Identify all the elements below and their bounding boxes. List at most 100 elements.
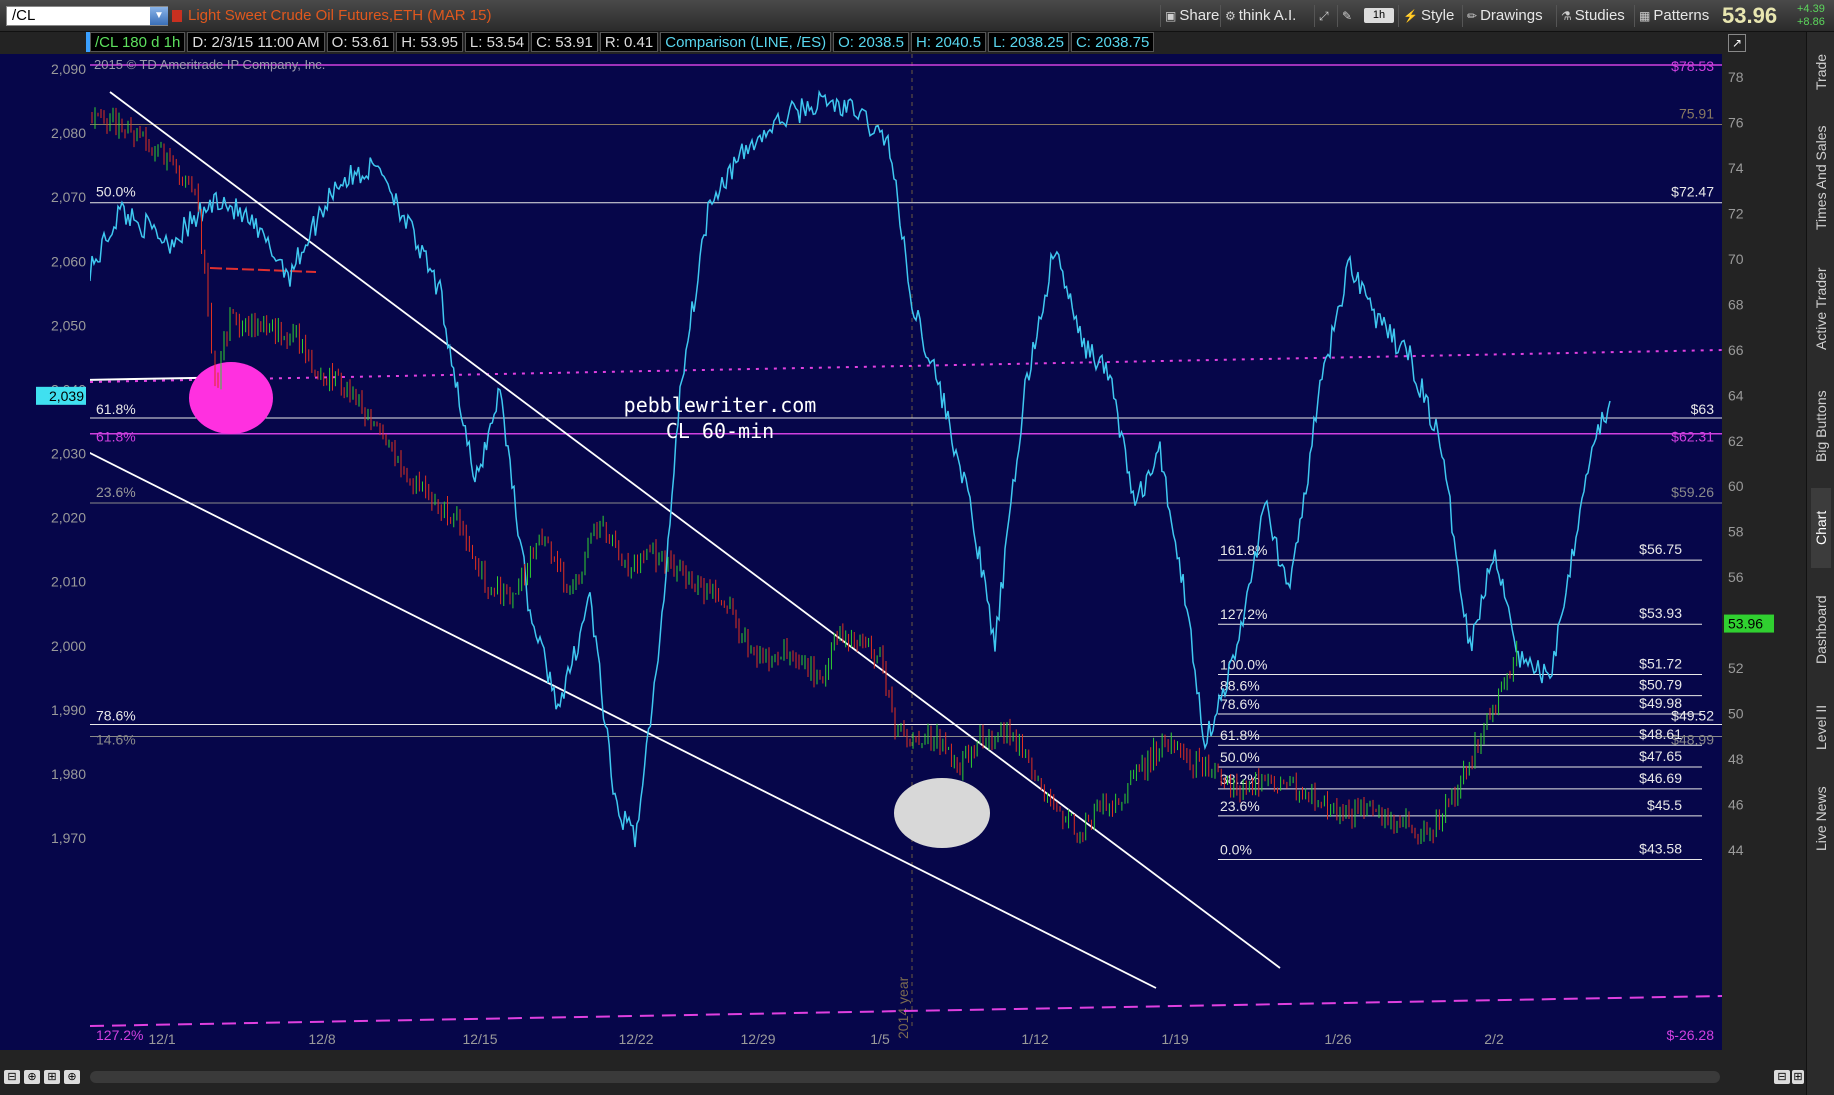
fib-left-label: 78.6% bbox=[96, 708, 136, 724]
copyright-text: 2015 © TD Ameritrade IP Company, Inc. bbox=[94, 57, 325, 72]
fib-right-price: $72.47 bbox=[1671, 184, 1714, 200]
gear-icon: ⚙ bbox=[1225, 9, 1236, 23]
left-axis-tick: 2,090 bbox=[51, 61, 86, 77]
right-axis-tick: 76 bbox=[1728, 114, 1744, 130]
small-fib-label: 61.8% bbox=[1220, 727, 1260, 743]
x-axis-label: 1/5 bbox=[870, 1031, 890, 1047]
fib-right-price: $63 bbox=[1691, 401, 1715, 417]
left-axis-current-value: 2,039 bbox=[49, 388, 84, 404]
crosshair-icon[interactable]: ⊕ bbox=[64, 1070, 80, 1084]
small-fib-label: 0.0% bbox=[1220, 842, 1252, 858]
zoom-in-icon[interactable]: ⊞ bbox=[44, 1070, 60, 1084]
product-flag-icon bbox=[172, 10, 182, 22]
style-button[interactable]: ⚡ Style bbox=[1398, 5, 1458, 27]
small-fib-price: $50.79 bbox=[1639, 677, 1682, 693]
interval-button[interactable]: 1h bbox=[1364, 8, 1394, 23]
left-axis-tick: 1,980 bbox=[51, 766, 86, 782]
expand-space-icon[interactable]: ⊟ bbox=[1774, 1070, 1790, 1084]
studies-icon: ⚗ bbox=[1561, 9, 1572, 23]
scale-button[interactable]: ⤢ bbox=[1314, 5, 1336, 27]
fib-left-label: 14.6% bbox=[96, 732, 136, 748]
right-axis-tick: 66 bbox=[1728, 342, 1744, 358]
tab-level-ii[interactable]: Level II bbox=[1811, 692, 1831, 762]
small-fib-price: $51.72 bbox=[1639, 655, 1682, 671]
x-axis-label: 1/12 bbox=[1021, 1031, 1048, 1047]
symbol-dropdown-icon[interactable]: ▼ bbox=[150, 7, 168, 25]
small-fib-price: $56.75 bbox=[1639, 541, 1682, 557]
drawings-label: Drawings bbox=[1480, 7, 1543, 24]
percent-change: +8.86 bbox=[1797, 16, 1825, 28]
x-axis-label: 1/26 bbox=[1324, 1031, 1351, 1047]
left-axis-tick: 2,080 bbox=[51, 125, 86, 141]
patterns-icon: ▦ bbox=[1639, 9, 1651, 23]
right-axis-tick: 68 bbox=[1728, 296, 1744, 312]
tab-times-and-sales[interactable]: Times And Sales bbox=[1811, 114, 1831, 242]
lower-trendline bbox=[90, 452, 1157, 989]
right-axis-tick: 62 bbox=[1728, 433, 1744, 449]
small-fib-price: $48.61 bbox=[1639, 726, 1682, 742]
fib-left-label: 127.2% bbox=[96, 1027, 143, 1043]
net-change: +4.39 bbox=[1797, 3, 1825, 15]
small-fib-price: $47.65 bbox=[1639, 748, 1682, 764]
tab-trade[interactable]: Trade bbox=[1811, 42, 1831, 102]
small-fib-price: $53.93 bbox=[1639, 605, 1682, 621]
status-cmp-low: L: 2038.25 bbox=[988, 32, 1069, 52]
status-close: C: 53.91 bbox=[531, 32, 598, 52]
status-cmp-open: O: 2038.5 bbox=[833, 32, 910, 52]
bottom-bar: ⊟ ⊕ ⊞ ⊕ ⊟ ⊞ bbox=[0, 1067, 1806, 1095]
tab-chart[interactable]: Chart bbox=[1811, 488, 1831, 568]
fib-right-price: $62.31 bbox=[1671, 429, 1714, 445]
expand-icon: ⤢ bbox=[1319, 9, 1329, 23]
status-comparison: Comparison (LINE, /ES) bbox=[660, 32, 832, 52]
x-axis-label: 12/1 bbox=[148, 1031, 175, 1047]
left-axis-tick: 2,020 bbox=[51, 510, 86, 526]
share-button[interactable]: ▣ Share bbox=[1160, 5, 1223, 27]
product-title: Light Sweet Crude Oil Futures,ETH (MAR 1… bbox=[188, 7, 492, 24]
status-cmp-close: C: 2038.75 bbox=[1070, 32, 1155, 52]
small-fib-price: $46.69 bbox=[1639, 770, 1682, 786]
tab-active-trader[interactable]: Active Trader bbox=[1811, 254, 1831, 364]
think-ai-label: think A.I. bbox=[1238, 7, 1297, 24]
chart-canvas[interactable]: 11/2412/112/812/1512/2212/291/51/121/191… bbox=[90, 54, 1722, 1050]
price-chart[interactable]: 11/2412/112/812/1512/2212/291/51/121/191… bbox=[90, 54, 1722, 1050]
fib-right-price: $78.53 bbox=[1671, 58, 1714, 74]
status-high: H: 53.95 bbox=[396, 32, 463, 52]
year-marker-label: 2014 year bbox=[895, 976, 911, 1039]
small-fib-label: 100.0% bbox=[1220, 656, 1267, 672]
patterns-button[interactable]: ▦ Patterns bbox=[1634, 5, 1713, 27]
right-axis-tick: 70 bbox=[1728, 251, 1744, 267]
left-axis-tick: 2,050 bbox=[51, 317, 86, 333]
tab-live-news[interactable]: Live News bbox=[1811, 774, 1831, 864]
right-axis-tick: 72 bbox=[1728, 205, 1744, 221]
drawings-button[interactable]: ✏ Drawings bbox=[1462, 5, 1547, 27]
zoom-icon[interactable]: ⊕ bbox=[24, 1070, 40, 1084]
fib-right-price: $59.26 bbox=[1671, 484, 1714, 500]
right-axis-tick: 48 bbox=[1728, 751, 1744, 767]
wrench-icon: ✎ bbox=[1342, 9, 1353, 23]
x-axis-label: 1/19 bbox=[1161, 1031, 1188, 1047]
tab-dashboard[interactable]: Dashboard bbox=[1811, 580, 1831, 680]
right-axis-tick: 64 bbox=[1728, 387, 1744, 403]
left-axis-tick: 2,070 bbox=[51, 189, 86, 205]
right-axis-tick: 58 bbox=[1728, 524, 1744, 540]
symbol-input[interactable]: /CL bbox=[6, 6, 168, 26]
status-symbol: /CL 180 d 1h bbox=[90, 32, 186, 52]
right-axis-current-value: 53.96 bbox=[1728, 616, 1763, 632]
x-axis-label: 12/15 bbox=[462, 1031, 497, 1047]
right-axis-tick: 44 bbox=[1728, 842, 1744, 858]
left-axis-tick: 2,000 bbox=[51, 638, 86, 654]
studies-button[interactable]: ⚗ Studies bbox=[1556, 5, 1629, 27]
fib-left-label: 50.0% bbox=[96, 184, 136, 200]
think-ai-button[interactable]: ⚙ think A.I. bbox=[1220, 5, 1300, 27]
right-axis-tick: 46 bbox=[1728, 797, 1744, 813]
small-fib-label: 78.6% bbox=[1220, 696, 1260, 712]
horizontal-scrollbar[interactable] bbox=[90, 1071, 1720, 1083]
tab-big-buttons[interactable]: Big Buttons bbox=[1811, 376, 1831, 476]
wrench-button[interactable]: ✎ bbox=[1337, 5, 1359, 27]
zoom-reset-icon[interactable]: ⊞ bbox=[1792, 1070, 1804, 1084]
style-icon: ⚡ bbox=[1403, 9, 1418, 23]
cursor-mode-icon[interactable]: ↗ bbox=[1728, 34, 1746, 52]
zoom-out-icon[interactable]: ⊟ bbox=[4, 1070, 20, 1084]
resistance-dash-line bbox=[209, 267, 317, 273]
studies-label: Studies bbox=[1574, 7, 1625, 24]
